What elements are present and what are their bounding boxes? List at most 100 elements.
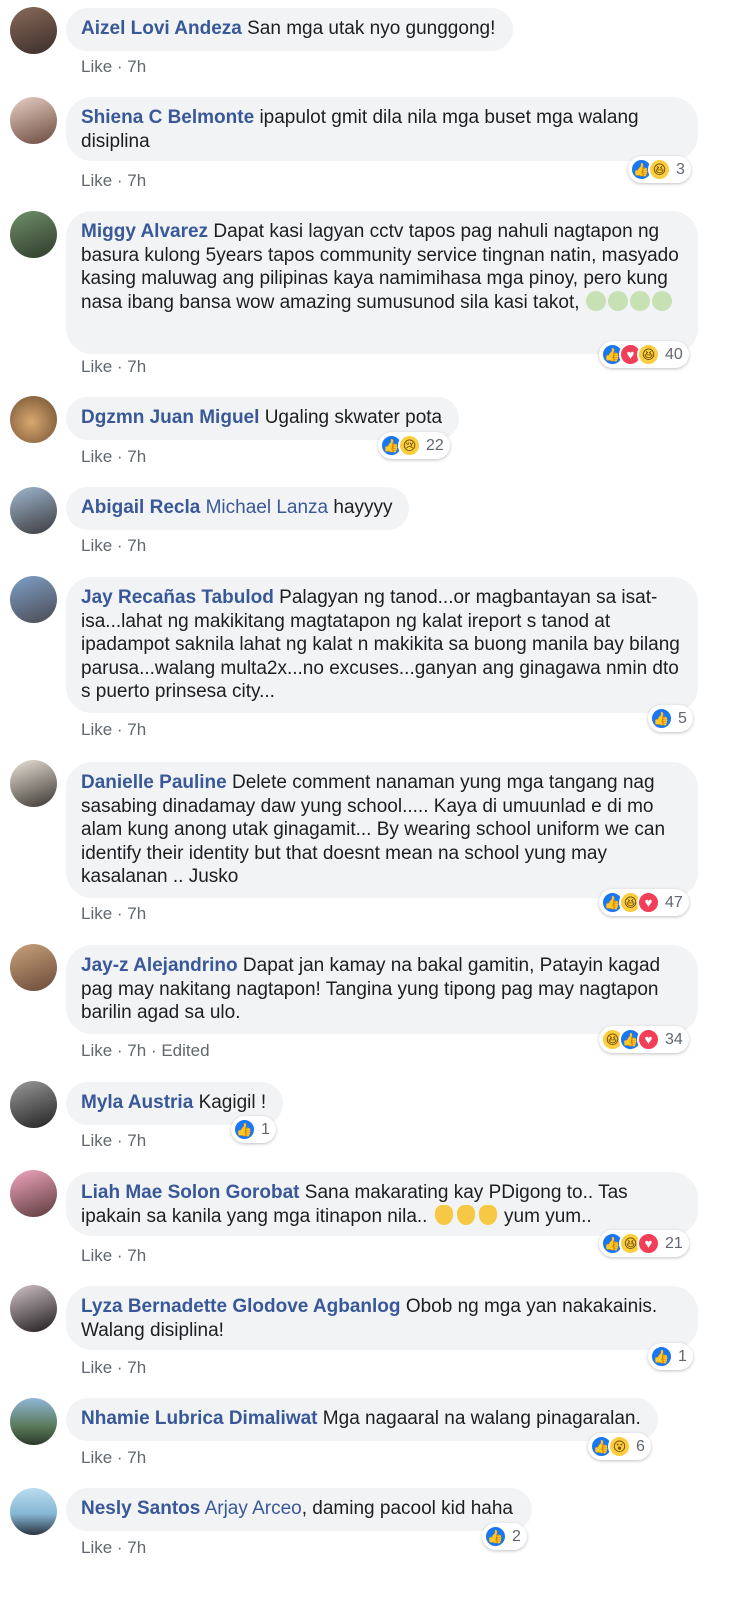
avatar[interactable] <box>10 1398 57 1445</box>
timestamp[interactable]: 7h <box>127 171 146 190</box>
comment-author[interactable]: Jay Recañas Tabulod <box>81 587 274 608</box>
facepalm-emoji-icon <box>585 290 606 311</box>
avatar[interactable] <box>10 7 57 54</box>
avatar[interactable] <box>10 1285 57 1332</box>
like-link[interactable]: Like <box>81 1538 112 1557</box>
like-link[interactable]: Like <box>81 536 112 555</box>
avatar[interactable] <box>10 1081 57 1128</box>
comment-author[interactable]: Myla Austria <box>81 1092 193 1113</box>
mentioned-user[interactable]: Arjay Arceo <box>205 1498 302 1519</box>
like-link[interactable]: Like <box>81 1358 112 1377</box>
edited-label[interactable]: Edited <box>161 1041 209 1060</box>
comment-author[interactable]: Aizel Lovi Andeza <box>81 18 242 39</box>
comment-bubble: Nesly Santos Arjay Arceo, daming pacool … <box>66 1488 532 1531</box>
comment-bubble: Nhamie Lubrica Dimaliwat Mga nagaaral na… <box>66 1398 658 1441</box>
avatar[interactable] <box>10 97 57 144</box>
comment-meta: Like · 7h <box>81 1246 147 1265</box>
timestamp[interactable]: 7h <box>127 1358 146 1377</box>
timestamp[interactable]: 7h <box>127 720 146 739</box>
comment-meta: Like · 7h <box>81 447 147 466</box>
comment-author[interactable]: Nhamie Lubrica Dimaliwat <box>81 1408 318 1429</box>
timestamp[interactable]: 7h <box>127 536 146 555</box>
timestamp[interactable]: 7h <box>127 904 146 923</box>
comment-meta: Like · 7h <box>81 536 147 555</box>
avatar[interactable] <box>10 760 57 807</box>
like-link[interactable]: Like <box>81 57 112 76</box>
timestamp[interactable]: 7h <box>127 1246 146 1265</box>
reaction-summary[interactable]: 👍 😆 ♥ 47 <box>599 889 689 916</box>
reaction-summary[interactable]: 👍 😮 6 <box>588 1433 651 1460</box>
timestamp[interactable]: 7h <box>127 1131 146 1150</box>
reaction-count: 1 <box>261 1120 270 1138</box>
avatar[interactable] <box>10 944 57 991</box>
like-link[interactable]: Like <box>81 171 112 190</box>
timestamp[interactable]: 7h <box>127 1448 146 1467</box>
avatar[interactable] <box>10 396 57 443</box>
facepalm-emoji-icon <box>629 290 650 311</box>
timestamp[interactable]: 7h <box>127 1538 146 1557</box>
comment-author[interactable]: Abigail Recla <box>81 497 200 518</box>
timestamp[interactable]: 7h <box>127 1041 146 1060</box>
reaction-summary[interactable]: 👍 1 <box>648 1343 693 1370</box>
ok-hand-emoji-icon <box>478 1204 497 1225</box>
reaction-count: 34 <box>665 1030 683 1048</box>
comment-text-after: yum yum.. <box>504 1205 592 1227</box>
comment-text: Mga nagaaral na walang pinagaralan. <box>322 1408 641 1429</box>
comment-bubble: Liah Mae Solon Gorobat Sana makarating k… <box>66 1172 698 1236</box>
thumbs-up-icon: 👍 <box>650 1345 673 1368</box>
comment-author[interactable]: Danielle Pauline <box>81 772 227 793</box>
ok-hand-emoji-icon <box>456 1204 475 1225</box>
avatar[interactable] <box>10 211 57 258</box>
reaction-summary[interactable]: 👍 😢 22 <box>378 432 450 459</box>
like-link[interactable]: Like <box>81 447 112 466</box>
timestamp[interactable]: 7h <box>127 57 146 76</box>
comment-bubble: Aizel Lovi Andeza San mga utak nyo gungg… <box>66 8 513 51</box>
reaction-count: 1 <box>678 1347 687 1365</box>
reaction-count: 22 <box>426 436 444 454</box>
like-link[interactable]: Like <box>81 357 112 376</box>
comment-bubble: Jay Recañas Tabulod Palagyan ng tanod...… <box>66 577 698 713</box>
reaction-summary[interactable]: 👍 2 <box>482 1523 527 1550</box>
avatar[interactable] <box>10 487 57 534</box>
comment-author[interactable]: Lyza Bernadette Glodove Agbanlog <box>81 1296 401 1317</box>
like-link[interactable]: Like <box>81 904 112 923</box>
facepalm-emoji-icon <box>651 290 672 311</box>
heart-icon: ♥ <box>637 1232 660 1255</box>
comment-bubble: Miggy Alvarez Dapat kasi lagyan cctv tap… <box>66 211 698 354</box>
reaction-count: 47 <box>665 893 683 911</box>
like-link[interactable]: Like <box>81 1131 112 1150</box>
comment-author[interactable]: Miggy Alvarez <box>81 221 208 242</box>
like-link[interactable]: Like <box>81 1246 112 1265</box>
comment-meta: Like · 7h · Edited <box>81 1041 210 1060</box>
avatar[interactable] <box>10 1488 57 1535</box>
comment-meta: Like · 7h <box>81 1538 147 1557</box>
timestamp[interactable]: 7h <box>127 447 146 466</box>
reaction-summary[interactable]: 👍 😆 ♥ 21 <box>599 1230 689 1257</box>
reaction-summary[interactable]: 👍 ♥ 😆 40 <box>599 341 689 368</box>
timestamp[interactable]: 7h <box>127 357 146 376</box>
comment-meta: Like · 7h <box>81 357 147 376</box>
comment-author[interactable]: Nesly Santos <box>81 1498 200 1519</box>
mentioned-user[interactable]: Michael Lanza <box>206 497 329 518</box>
comment-meta: Like · 7h <box>81 1358 147 1377</box>
reaction-summary[interactable]: 👍 1 <box>231 1116 276 1143</box>
avatar[interactable] <box>10 1170 57 1217</box>
reaction-summary[interactable]: 👍 5 <box>648 705 693 732</box>
comment-bubble: Jay-z Alejandrino Dapat jan kamay na bak… <box>66 945 698 1034</box>
comment-author[interactable]: Dgzmn Juan Miguel <box>81 407 259 428</box>
like-link[interactable]: Like <box>81 1041 112 1060</box>
avatar[interactable] <box>10 576 57 623</box>
heart-icon: ♥ <box>637 891 660 914</box>
comment-author[interactable]: Jay-z Alejandrino <box>81 955 238 976</box>
reaction-summary[interactable]: 😆 👍 ♥ 34 <box>599 1026 689 1053</box>
reaction-count: 3 <box>676 160 685 178</box>
like-link[interactable]: Like <box>81 720 112 739</box>
comment-meta: Like · 7h <box>81 57 147 76</box>
like-link[interactable]: Like <box>81 1448 112 1467</box>
reaction-summary[interactable]: 👍 😆 3 <box>628 156 691 183</box>
comment-author[interactable]: Liah Mae Solon Gorobat <box>81 1182 300 1203</box>
reaction-count: 2 <box>512 1527 521 1545</box>
reaction-count: 5 <box>678 709 687 727</box>
facepalm-emoji-icon <box>607 290 628 311</box>
comment-author[interactable]: Shiena C Belmonte <box>81 107 254 128</box>
